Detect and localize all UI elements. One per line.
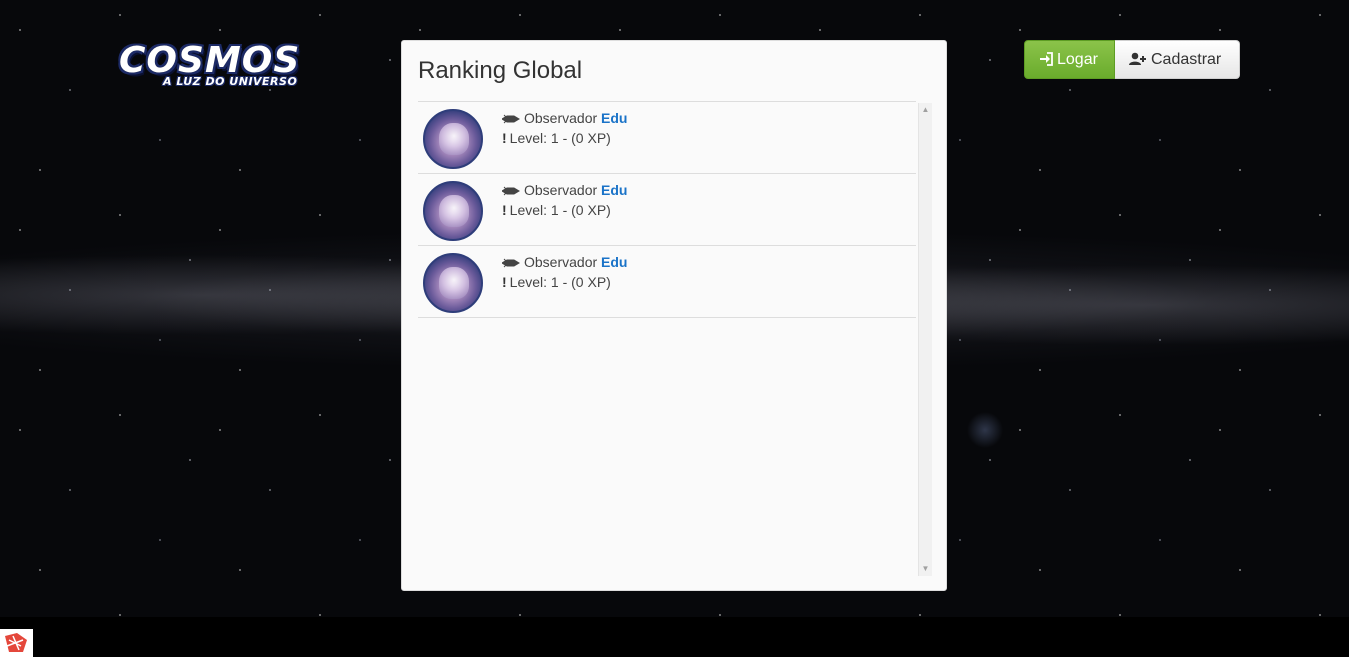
ranking-panel: Ranking Global Observador Edu ! Level: 1 …	[401, 40, 947, 591]
player-name-link[interactable]: Edu	[601, 254, 627, 270]
rocket-icon	[501, 111, 520, 127]
rank-line: Observador Edu	[501, 182, 628, 199]
rocket-icon	[501, 183, 520, 199]
player-name-link[interactable]: Edu	[601, 110, 627, 126]
ranking-row[interactable]: Observador Edu ! Level: 1 - (0 XP)	[418, 174, 916, 246]
exclamation-icon: !	[502, 274, 507, 290]
ranking-row[interactable]: Observador Edu ! Level: 1 - (0 XP)	[418, 246, 916, 318]
exclamation-icon: !	[502, 130, 507, 146]
login-label: Logar	[1057, 51, 1098, 68]
footer-bar	[0, 617, 1349, 657]
rank-title: Observador	[524, 110, 598, 126]
scroll-up-arrow-icon[interactable]: ▲	[919, 103, 932, 117]
user-plus-icon	[1129, 52, 1146, 65]
logo-tagline: A LUZ DO UNIVERSO	[163, 75, 298, 88]
rocket-icon	[501, 255, 520, 271]
level-line: ! Level: 1 - (0 XP)	[502, 130, 611, 146]
register-label: Cadastrar	[1151, 51, 1222, 68]
login-button[interactable]: Logar	[1024, 40, 1115, 79]
sign-in-icon	[1040, 52, 1053, 66]
level-text: Level: 1 - (0 XP)	[509, 130, 611, 146]
rank-line: Observador Edu	[501, 110, 628, 127]
corner-app-icon[interactable]	[0, 629, 33, 657]
player-name-link[interactable]: Edu	[601, 182, 627, 198]
avatar	[423, 109, 483, 169]
rank-title: Observador	[524, 254, 598, 270]
level-text: Level: 1 - (0 XP)	[509, 274, 611, 290]
exclamation-icon: !	[502, 202, 507, 218]
level-line: ! Level: 1 - (0 XP)	[502, 274, 611, 290]
ranking-row[interactable]: Observador Edu ! Level: 1 - (0 XP)	[418, 102, 916, 174]
ranking-scrollbar[interactable]: ▲ ▼	[918, 103, 932, 576]
avatar	[423, 181, 483, 241]
rank-title: Observador	[524, 182, 598, 198]
panel-title: Ranking Global	[418, 57, 583, 84]
register-button[interactable]: Cadastrar	[1115, 40, 1240, 79]
level-text: Level: 1 - (0 XP)	[509, 202, 611, 218]
scroll-down-arrow-icon[interactable]: ▼	[919, 562, 932, 576]
ranking-list: Observador Edu ! Level: 1 - (0 XP) Observ…	[418, 101, 916, 577]
cosmos-logo[interactable]: COSMOS A LUZ DO UNIVERSO	[115, 40, 305, 92]
level-line: ! Level: 1 - (0 XP)	[502, 202, 611, 218]
rank-line: Observador Edu	[501, 254, 628, 271]
avatar	[423, 253, 483, 313]
